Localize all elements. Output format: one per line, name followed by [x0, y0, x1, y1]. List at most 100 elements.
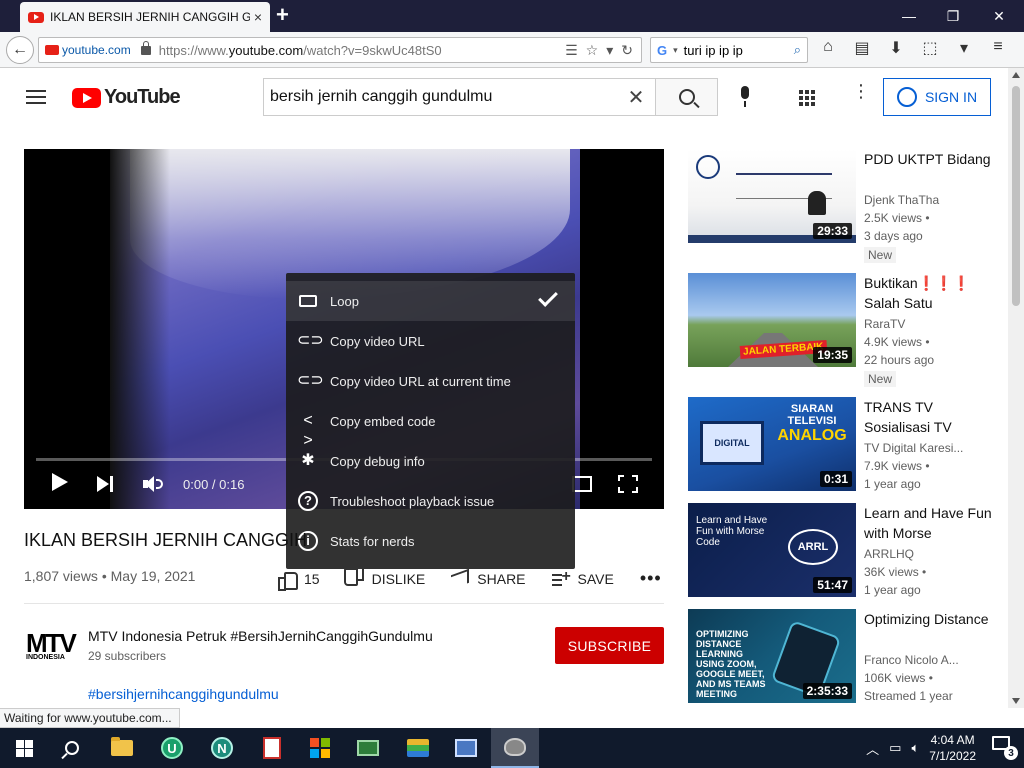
- sign-in-button[interactable]: SIGN IN: [883, 78, 991, 116]
- volume-icon[interactable]: [143, 475, 163, 493]
- recommendation-thumbnail[interactable]: DIGITAL SIARAN TELEVISI ANALOG 0:31: [688, 397, 856, 491]
- recommendation-thumbnail[interactable]: OPTIMIZING DISTANCE LEARNING USING ZOOM,…: [688, 609, 856, 703]
- taskbar-browser-active[interactable]: [491, 728, 539, 768]
- fullscreen-icon[interactable]: [618, 475, 638, 493]
- subscribe-button[interactable]: SUBSCRIBE: [555, 627, 664, 664]
- recommendation-channel[interactable]: RaraTV: [864, 317, 905, 331]
- taskbar-search-button[interactable]: [48, 728, 96, 768]
- search-icon[interactable]: ⌕: [794, 42, 801, 58]
- scroll-down-icon[interactable]: [1012, 698, 1020, 704]
- recommendation-item[interactable]: OPTIMIZING DISTANCE LEARNING USING ZOOM,…: [688, 609, 1008, 705]
- search-engine-input[interactable]: turi ip ip ip: [684, 43, 788, 58]
- browser-tab[interactable]: IKLAN BERSIH JERNIH CANGGIH GUN... ×: [20, 2, 270, 32]
- recommendation-item[interactable]: Learn and Have Fun with Morse Code ARRL …: [688, 503, 1008, 599]
- search-engine-dropdown-icon[interactable]: ▾: [673, 45, 678, 56]
- new-tab-button[interactable]: +: [276, 4, 289, 26]
- guide-menu-icon[interactable]: [26, 90, 46, 104]
- taskbar-app-u[interactable]: U: [148, 728, 196, 768]
- window-close-button[interactable]: ✕: [976, 0, 1022, 32]
- recommendation-item[interactable]: JALAN TERBAIK 19:35 Buktikan❗❗❗ Salah Sa…: [688, 273, 1008, 387]
- recommendation-title[interactable]: Learn and Have Fun with Morse: [864, 503, 994, 543]
- search-button[interactable]: [655, 78, 718, 116]
- back-button[interactable]: ←: [6, 36, 34, 64]
- recommendation-channel[interactable]: TV Digital Karesi...: [864, 441, 963, 455]
- rss-icon[interactable]: ☰: [565, 42, 578, 59]
- settings-more-icon[interactable]: ⋮: [852, 82, 870, 100]
- taskbar-stack-app[interactable]: [394, 728, 442, 768]
- more-actions-button[interactable]: •••: [640, 568, 662, 589]
- like-button[interactable]: 15: [278, 571, 320, 591]
- windows-logo-icon: [15, 739, 33, 757]
- home-icon[interactable]: ⌂: [816, 38, 840, 58]
- recommendation-item[interactable]: DIGITAL SIARAN TELEVISI ANALOG 0:31 TRANS…: [688, 397, 1008, 493]
- reload-icon[interactable]: ↻: [621, 42, 633, 59]
- bookmarks-menu-icon[interactable]: ▤: [850, 38, 874, 58]
- clear-search-icon[interactable]: ✕: [617, 85, 655, 110]
- play-icon[interactable]: [52, 473, 68, 491]
- context-menu-item-loop[interactable]: Loop: [286, 281, 575, 321]
- save-button[interactable]: SAVE: [551, 568, 614, 587]
- taskbar-app-document[interactable]: [248, 728, 296, 768]
- recommendation-channel[interactable]: Djenk ThaTha: [864, 193, 939, 207]
- recommendation-channel[interactable]: ARRLHQ: [864, 547, 914, 561]
- url-text[interactable]: https://www.youtube.com/watch?v=9skwUc48…: [159, 43, 565, 58]
- recommendation-channel[interactable]: Franco Nicolo A...: [864, 653, 959, 667]
- recommendation-age: 22 hours ago: [864, 353, 935, 367]
- taskbar-app-n[interactable]: N: [198, 728, 246, 768]
- youtube-logo[interactable]: YouTube: [72, 86, 181, 109]
- dislike-button[interactable]: DISLIKE: [346, 571, 426, 587]
- tab-close-button[interactable]: ×: [254, 9, 262, 25]
- duration-badge: 19:35: [813, 347, 852, 363]
- hamburger-menu-icon[interactable]: ≡: [986, 38, 1010, 58]
- share-button[interactable]: SHARE: [451, 568, 526, 589]
- taskbar-monitor-app[interactable]: [344, 728, 392, 768]
- context-menu-item-copy-debug[interactable]: ✱ Copy debug info: [286, 441, 575, 481]
- volume-icon[interactable]: 🔈︎: [911, 740, 919, 756]
- chevron-up-icon[interactable]: ︿: [866, 739, 879, 758]
- window-restore-button[interactable]: ❐: [930, 0, 976, 32]
- bookmark-star-icon[interactable]: ☆: [586, 42, 599, 59]
- recommendation-title[interactable]: Optimizing Distance: [864, 609, 994, 629]
- context-menu-item-copy-url-time[interactable]: ⊂⊃ Copy video URL at current time: [286, 361, 575, 401]
- taskbar-computer-app[interactable]: [442, 728, 490, 768]
- site-identity[interactable]: youtube.com: [39, 43, 137, 57]
- window-minimize-button[interactable]: —: [886, 0, 932, 32]
- network-icon[interactable]: ▭: [889, 740, 901, 756]
- context-menu-item-troubleshoot[interactable]: ? Troubleshoot playback issue: [286, 481, 575, 521]
- hashtag-link[interactable]: #bersihjernihcanggihgundulmu: [88, 686, 279, 702]
- clock[interactable]: 4:04 AM 7/1/2022: [929, 732, 976, 764]
- context-menu-item-copy-url[interactable]: ⊂⊃ Copy video URL: [286, 321, 575, 361]
- clock-time: 4:04 AM: [930, 733, 975, 747]
- scrollbar-thumb[interactable]: [1012, 86, 1020, 306]
- channel-name[interactable]: MTV Indonesia Petruk #BersihJernihCanggi…: [88, 628, 433, 644]
- microphone-icon[interactable]: [738, 86, 752, 108]
- recommendation-thumbnail[interactable]: 29:33: [688, 149, 856, 243]
- screenshot-icon[interactable]: ⬚: [918, 38, 942, 58]
- recommendation-thumbnail[interactable]: JALAN TERBAIK 19:35: [688, 273, 856, 367]
- browser-tab-strip: IKLAN BERSIH JERNIH CANGGIH GUN... × + —…: [0, 0, 1024, 32]
- next-video-icon[interactable]: [97, 476, 115, 492]
- divider: [24, 603, 664, 604]
- taskbar-store[interactable]: [296, 728, 344, 768]
- recommendation-title[interactable]: PDD UKTPT Bidang: [864, 149, 994, 169]
- overflow-dropdown-icon[interactable]: ▾: [952, 38, 976, 58]
- recommendation-title[interactable]: TRANS TV Sosialisasi TV: [864, 397, 994, 437]
- recommendation-item[interactable]: 29:33 PDD UKTPT Bidang Djenk ThaTha 2.5K…: [688, 149, 1008, 263]
- context-menu-item-stats[interactable]: i Stats for nerds: [286, 521, 575, 561]
- download-icon[interactable]: ⬇: [884, 38, 908, 58]
- apps-grid-icon[interactable]: [799, 90, 815, 106]
- start-button[interactable]: [0, 728, 48, 768]
- context-menu-item-copy-embed[interactable]: < > Copy embed code: [286, 401, 575, 449]
- theater-mode-icon[interactable]: [572, 476, 592, 492]
- recommendation-thumbnail[interactable]: Learn and Have Fun with Morse Code ARRL …: [688, 503, 856, 597]
- page-scrollbar[interactable]: [1008, 68, 1024, 708]
- search-engine-bar[interactable]: G ▾ turi ip ip ip ⌕: [650, 37, 808, 63]
- dropdown-arrow-icon[interactable]: ▾: [606, 42, 613, 59]
- taskbar-file-explorer[interactable]: [98, 728, 146, 768]
- scroll-up-icon[interactable]: [1012, 72, 1020, 78]
- channel-avatar[interactable]: MTV INDONESIA: [26, 628, 77, 662]
- action-center-button[interactable]: 3: [992, 736, 1018, 760]
- recommendation-title[interactable]: Buktikan❗❗❗ Salah Satu: [864, 273, 994, 313]
- address-bar[interactable]: youtube.com https://www.youtube.com/watc…: [38, 37, 642, 63]
- search-input[interactable]: bersih jernih canggih gundulmu ✕: [263, 78, 655, 116]
